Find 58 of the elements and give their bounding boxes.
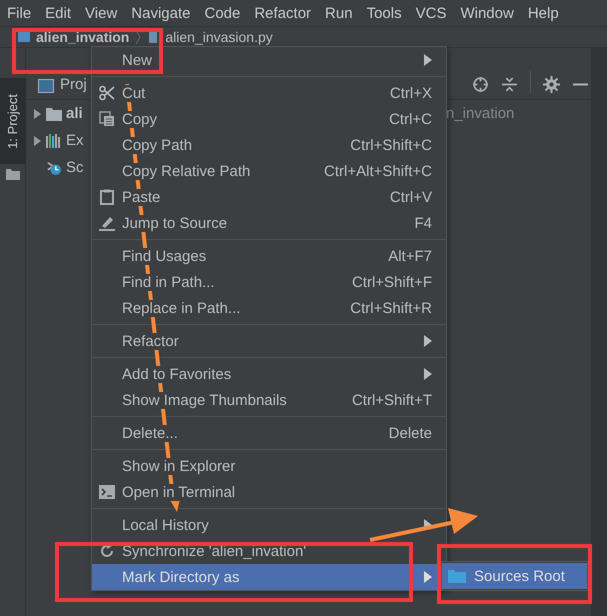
tool-window-tab[interactable]: 1: Project <box>0 78 26 164</box>
menu-bar-item[interactable]: View <box>85 4 118 22</box>
menu-item[interactable]: Copy Ctrl+C <box>92 106 446 132</box>
menu-item[interactable]: Delete... Delete <box>92 420 446 446</box>
breadcrumb[interactable]: alien_invation <box>36 29 130 45</box>
library-icon <box>46 134 62 148</box>
menu-item[interactable]: Jump to Source F4 <box>92 210 446 236</box>
menu-bar-item[interactable]: Edit <box>45 4 72 22</box>
menu-item[interactable]: Refactor <box>92 328 446 354</box>
menu-bar-item[interactable]: Navigate <box>131 4 190 22</box>
scrollbar-track[interactable] <box>591 48 607 616</box>
tree-item-label[interactable]: ali <box>66 105 83 122</box>
menu-item[interactable]: Copy Relative Path Ctrl+Alt+Shift+C <box>92 158 446 184</box>
target-icon[interactable] <box>472 76 489 93</box>
window-icon <box>38 79 54 93</box>
expand-arrow-icon[interactable] <box>32 136 42 146</box>
project-view-label[interactable]: Proj <box>60 76 87 93</box>
menu-bar-item[interactable]: Code <box>204 4 240 22</box>
expand-arrow-icon[interactable] <box>32 108 42 118</box>
menu-bar-item[interactable]: Help <box>528 4 559 22</box>
scratch-clock-icon <box>46 160 62 174</box>
menu-bar-item[interactable]: Refactor <box>254 4 312 22</box>
menu-bar-item[interactable]: Run <box>325 4 353 22</box>
tree-item-label[interactable]: Ex <box>66 132 84 149</box>
menu-item[interactable]: Add to Favorites <box>92 361 446 387</box>
refresh-icon <box>99 543 115 559</box>
scissors-icon <box>99 85 115 101</box>
terminal-icon <box>99 484 115 500</box>
file-icon <box>147 31 160 43</box>
collapse-icon[interactable] <box>501 76 518 93</box>
tree-item-label[interactable]: Sc <box>66 159 84 176</box>
menu-item[interactable]: Paste Ctrl+V <box>92 184 446 210</box>
folder-icon <box>448 569 466 583</box>
menu-item[interactable]: Replace in Path... Ctrl+Shift+R <box>92 295 446 321</box>
menu-bar-item[interactable]: VCS <box>416 4 446 22</box>
menu-item[interactable]: Copy Path Ctrl+Shift+C <box>92 132 446 158</box>
chevron-icon <box>135 29 142 45</box>
menu-item[interactable]: New <box>92 47 446 73</box>
folder-icon <box>46 106 62 120</box>
tree-item-path: n_invation <box>446 105 514 122</box>
menu-item[interactable]: Sources Root <box>442 563 587 589</box>
copy-icon <box>99 111 115 127</box>
pencil-icon <box>99 215 115 231</box>
menu-bar-item[interactable]: Window <box>460 4 514 22</box>
menu-bar-item[interactable]: File <box>7 4 32 22</box>
menu-item[interactable]: Find in Path... Ctrl+Shift+F <box>92 269 446 295</box>
menu-item[interactable]: Find Usages Alt+F7 <box>92 243 446 269</box>
menu-item[interactable]: Show in Explorer <box>92 453 446 479</box>
clipboard-icon <box>99 189 115 205</box>
breadcrumb[interactable]: alien_invasion.py <box>165 29 273 45</box>
menu-item[interactable]: Cut Ctrl+X <box>92 80 446 106</box>
settings-icon[interactable] <box>543 76 560 93</box>
folder-icon <box>6 168 20 180</box>
menu-item[interactable]: Local History <box>92 512 446 538</box>
folder-icon <box>18 31 30 43</box>
menu-item[interactable]: Open in Terminal <box>92 479 446 505</box>
menu-item[interactable]: Show Image Thumbnails Ctrl+Shift+T <box>92 387 446 413</box>
menu-bar-item[interactable]: Tools <box>366 4 402 22</box>
